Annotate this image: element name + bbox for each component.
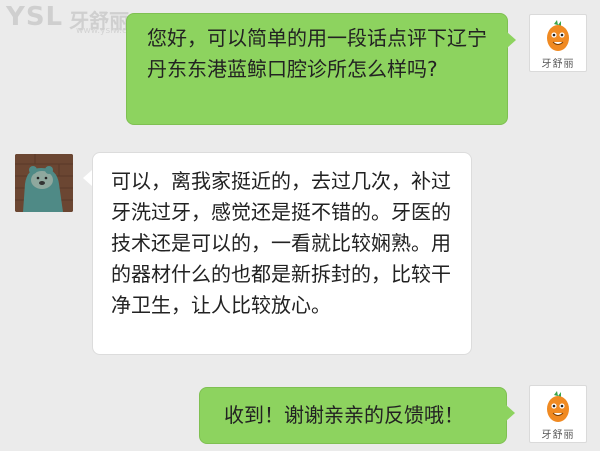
bear-hoodie-avatar-icon <box>15 154 73 212</box>
message-bubble-outgoing[interactable]: 您好，可以简单的用一段话点评下辽宁丹东东港蓝鲸口腔诊所怎么样吗? <box>126 13 508 125</box>
carrot-mascot-icon <box>547 391 569 422</box>
brand-avatar[interactable]: 牙舒丽 <box>529 385 587 443</box>
watermark-brand: YSL <box>6 2 64 32</box>
bubble-tail <box>506 405 515 421</box>
brand-avatar-name: 牙舒丽 <box>541 59 575 70</box>
message-text: 收到！谢谢亲亲的反馈哦！ <box>224 403 464 427</box>
message-text: 可以，离我家挺近的，去过几次，补过牙洗过牙，感觉还是挺不错的。牙医的技术还是可以… <box>111 169 451 317</box>
brand-avatar[interactable]: 牙舒丽 <box>529 14 587 72</box>
bubble-tail <box>83 170 92 186</box>
user-avatar[interactable] <box>15 154 73 212</box>
message-text: 您好，可以简单的用一段话点评下辽宁丹东东港蓝鲸口腔诊所怎么样吗? <box>147 26 487 81</box>
brand-avatar-name: 牙舒丽 <box>541 430 575 441</box>
message-bubble-outgoing[interactable]: 收到！谢谢亲亲的反馈哦！ <box>199 387 507 444</box>
watermark: YSL 牙舒丽 www.yslw.com <box>6 2 141 36</box>
message-bubble-incoming[interactable]: 可以，离我家挺近的，去过几次，补过牙洗过牙，感觉还是挺不错的。牙医的技术还是可以… <box>92 152 472 355</box>
bubble-tail <box>507 32 516 48</box>
carrot-mascot-icon <box>547 20 569 51</box>
